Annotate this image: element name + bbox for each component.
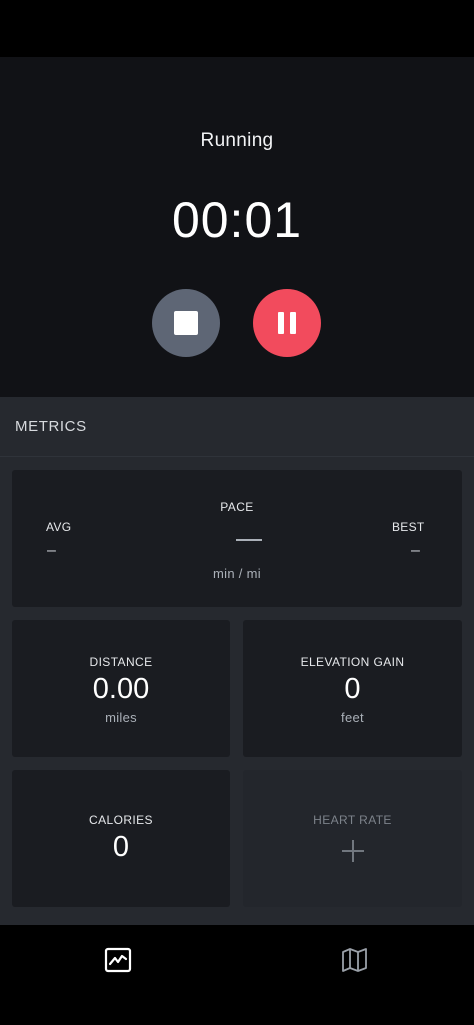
chart-icon bbox=[104, 947, 132, 973]
distance-label: DISTANCE bbox=[89, 655, 153, 669]
pace-avg-value: – bbox=[47, 542, 56, 559]
elevation-value: 0 bbox=[344, 673, 361, 705]
plus-icon[interactable] bbox=[342, 840, 364, 862]
stop-button[interactable] bbox=[152, 289, 220, 357]
pace-best-label: BEST bbox=[392, 520, 425, 534]
distance-value: 0.00 bbox=[92, 673, 150, 705]
metrics-title: METRICS bbox=[15, 418, 87, 435]
tab-map[interactable] bbox=[338, 943, 372, 977]
pace-unit: min / mi bbox=[213, 566, 261, 581]
tab-bar bbox=[0, 925, 474, 1025]
map-icon bbox=[342, 948, 367, 972]
activity-title: Running bbox=[200, 130, 274, 151]
elevation-label: ELEVATION GAIN bbox=[300, 655, 405, 669]
elevation-card: ELEVATION GAIN 0 feet bbox=[243, 620, 462, 757]
pace-card: PACE min / mi AVG – BEST – bbox=[12, 470, 462, 607]
heart-rate-label: HEART RATE bbox=[313, 813, 392, 827]
workout-header: Running 00:01 bbox=[0, 57, 474, 397]
pause-button[interactable] bbox=[253, 289, 321, 357]
calories-card: CALORIES 0 bbox=[12, 770, 230, 907]
workout-timer: 00:01 bbox=[171, 192, 303, 248]
metrics-header[interactable]: METRICS bbox=[0, 397, 474, 457]
heart-rate-card[interactable]: HEART RATE bbox=[243, 770, 462, 907]
distance-unit: miles bbox=[105, 710, 137, 725]
calories-label: CALORIES bbox=[89, 813, 153, 827]
distance-card: DISTANCE 0.00 miles bbox=[12, 620, 230, 757]
stop-icon bbox=[174, 311, 198, 335]
tab-metrics[interactable] bbox=[101, 943, 135, 977]
status-bar bbox=[0, 0, 474, 57]
pace-label: PACE bbox=[220, 500, 254, 514]
elevation-unit: feet bbox=[341, 710, 364, 725]
pace-best-value: – bbox=[411, 542, 420, 559]
metrics-sheet[interactable]: METRICS PACE min / mi AVG – BEST – DISTA… bbox=[0, 397, 474, 925]
pace-avg-label: AVG bbox=[46, 520, 72, 534]
calories-value: 0 bbox=[112, 831, 130, 863]
pause-icon bbox=[278, 312, 296, 334]
pace-value bbox=[236, 539, 262, 541]
